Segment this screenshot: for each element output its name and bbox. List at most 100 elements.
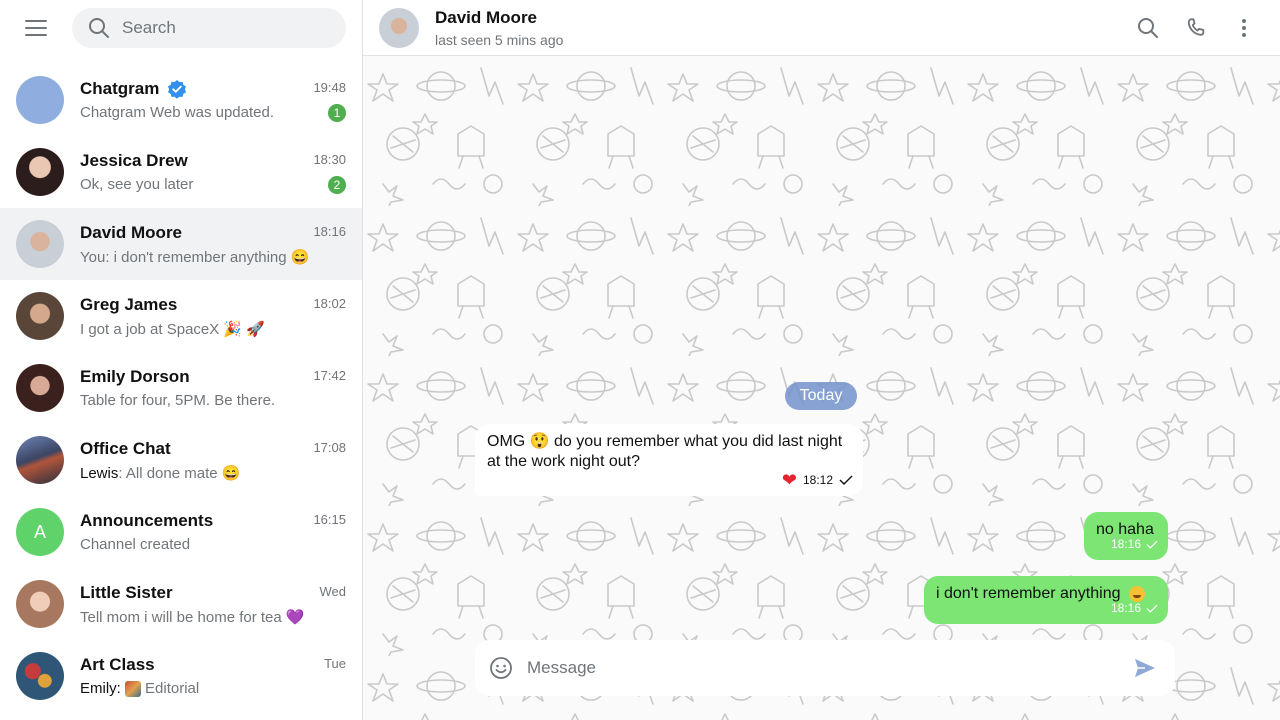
sidebar: Chatgram 19:48 Chatgram Web was updated.… bbox=[0, 0, 363, 720]
avatar bbox=[16, 364, 64, 412]
chat-preview: Ok, see you later bbox=[80, 176, 194, 193]
message-text: OMG 😲 do you remember what you did last … bbox=[487, 433, 843, 470]
avatar bbox=[16, 220, 64, 268]
chat-name: Greg James bbox=[80, 295, 178, 314]
chat-name: Jessica Drew bbox=[80, 151, 188, 170]
chat-time: 18:16 bbox=[313, 224, 346, 239]
chat-panel: David Moore last seen 5 mins ago Today O… bbox=[363, 0, 1280, 720]
preview-sender: Emily bbox=[80, 680, 117, 697]
header-contact-name: David Moore bbox=[435, 7, 538, 27]
chat-time: 16:15 bbox=[313, 512, 346, 527]
message-meta: ❤ 18:12 bbox=[782, 470, 853, 490]
chat-name: Announcements bbox=[80, 511, 214, 530]
message-time: 18:12 bbox=[802, 473, 833, 487]
chat-item-little-sister[interactable]: Little Sister Wed Tell mom i will be hom… bbox=[0, 568, 362, 640]
hamburger-menu-button[interactable] bbox=[16, 8, 56, 48]
check-icon bbox=[1146, 604, 1158, 613]
avatar: A bbox=[16, 508, 64, 556]
chat-time: 18:02 bbox=[313, 296, 346, 311]
message-time: 18:16 bbox=[1110, 601, 1141, 615]
check-icon bbox=[1146, 540, 1158, 549]
search-input[interactable] bbox=[122, 18, 322, 38]
chat-name: Chatgram bbox=[80, 79, 187, 99]
chat-header: David Moore last seen 5 mins ago bbox=[363, 0, 1280, 56]
message-time: 18:16 bbox=[1110, 537, 1141, 551]
chat-time: Tue bbox=[324, 656, 346, 671]
preview-sender: Lewis bbox=[80, 464, 119, 482]
chat-body: Greg James 18:02 I got a job at SpaceX 🎉… bbox=[80, 292, 346, 340]
heart-reaction-icon[interactable]: ❤ bbox=[782, 470, 797, 490]
chat-time: 17:08 bbox=[313, 440, 346, 455]
chat-time: Wed bbox=[319, 584, 347, 599]
chat-item-office-chat[interactable]: Office Chat 17:08 Lewis : All done mate … bbox=[0, 424, 362, 496]
preview-text: Editorial bbox=[145, 680, 200, 697]
more-vertical-icon bbox=[1242, 19, 1246, 37]
outgoing-message-bubble[interactable]: no haha 18:16 bbox=[1084, 512, 1168, 560]
phone-icon bbox=[1187, 18, 1205, 36]
chat-item-chatgram[interactable]: Chatgram 19:48 Chatgram Web was updated.… bbox=[0, 64, 362, 136]
chat-body: Art Class Tue Emily: Editorial bbox=[80, 652, 346, 700]
image-thumbnail-icon bbox=[125, 680, 142, 697]
chat-name: Art Class bbox=[80, 655, 155, 674]
chat-body: Announcements 16:15 Channel created bbox=[80, 508, 346, 556]
more-options-button[interactable] bbox=[1224, 8, 1264, 48]
chat-body: David Moore 18:16 You: i don't remember … bbox=[80, 220, 346, 268]
chat-preview: Emily: Editorial bbox=[80, 680, 199, 697]
avatar bbox=[16, 652, 64, 700]
header-avatar[interactable] bbox=[379, 7, 419, 48]
message-composer bbox=[475, 640, 1175, 696]
app: Chatgram 19:48 Chatgram Web was updated.… bbox=[0, 0, 1280, 720]
chat-name: Emily Dorson bbox=[80, 367, 190, 386]
chat-item-david-moore[interactable]: David Moore 18:16 You: i don't remember … bbox=[0, 208, 362, 280]
header-info[interactable]: David Moore last seen 5 mins ago bbox=[435, 8, 563, 48]
chat-time: 19:48 bbox=[313, 80, 346, 95]
chat-list: Chatgram 19:48 Chatgram Web was updated.… bbox=[0, 64, 362, 712]
sidebar-top-bar bbox=[0, 0, 362, 56]
chat-item-announcements[interactable]: A Announcements 16:15 Channel created bbox=[0, 496, 362, 568]
outgoing-message-bubble[interactable]: i don't remember anything 18:16 bbox=[924, 576, 1168, 624]
message-input[interactable] bbox=[527, 658, 1067, 678]
chat-body: Jessica Drew 18:30 Ok, see you later 2 bbox=[80, 148, 346, 196]
header-last-seen: last seen 5 mins ago bbox=[435, 31, 564, 48]
chat-preview: Lewis : All done mate 😄 bbox=[80, 464, 241, 483]
chat-name-text: Chatgram bbox=[80, 79, 160, 98]
chat-preview: Chatgram Web was updated. bbox=[80, 104, 274, 121]
chat-item-jessica-drew[interactable]: Jessica Drew 18:30 Ok, see you later 2 bbox=[0, 136, 362, 208]
chat-time: 17:42 bbox=[313, 368, 346, 383]
chat-name: David Moore bbox=[80, 223, 183, 242]
avatar bbox=[16, 292, 64, 340]
chat-preview: Tell mom i will be home for tea 💜 bbox=[80, 609, 305, 626]
search-icon bbox=[1138, 18, 1158, 38]
search-box[interactable] bbox=[72, 8, 346, 48]
chat-body: Little Sister Wed Tell mom i will be hom… bbox=[80, 580, 346, 628]
incoming-message-bubble[interactable]: OMG 😲 do you remember what you did last … bbox=[475, 424, 863, 496]
unread-badge: 2 bbox=[328, 176, 346, 194]
preview-text: : All done mate 😄 bbox=[118, 465, 241, 482]
avatar bbox=[16, 148, 64, 196]
avatar bbox=[16, 580, 64, 628]
avatar-letter: A bbox=[33, 521, 46, 542]
avatar bbox=[16, 436, 64, 484]
chat-item-emily-dorson[interactable]: Emily Dorson 17:42 Table for four, 5PM. … bbox=[0, 352, 362, 424]
verified-badge-icon bbox=[168, 80, 187, 99]
chat-body: Office Chat 17:08 Lewis : All done mate … bbox=[80, 436, 346, 484]
preview-colon: : bbox=[116, 680, 126, 697]
chat-preview: You: i don't remember anything 😄 bbox=[80, 249, 310, 266]
chat-name: Little Sister bbox=[80, 583, 173, 602]
unread-badge: 1 bbox=[328, 104, 346, 122]
chat-body: Chatgram 19:48 Chatgram Web was updated.… bbox=[80, 76, 346, 124]
chat-preview: Table for four, 5PM. Be there. bbox=[80, 392, 276, 409]
check-icon bbox=[839, 475, 853, 485]
search-button[interactable] bbox=[1128, 8, 1168, 48]
call-button[interactable] bbox=[1176, 8, 1216, 48]
search-icon bbox=[89, 18, 109, 38]
emoji-picker-icon[interactable] bbox=[489, 656, 513, 680]
message-meta: 18:16 bbox=[1111, 534, 1158, 554]
chat-item-greg-james[interactable]: Greg James 18:02 I got a job at SpaceX 🎉… bbox=[0, 280, 362, 352]
message-text: i don't remember anything bbox=[936, 585, 1121, 602]
send-icon[interactable] bbox=[1133, 656, 1157, 680]
chat-name: Office Chat bbox=[80, 439, 171, 458]
chat-time: 18:30 bbox=[313, 152, 346, 167]
chat-item-art-class[interactable]: Art Class Tue Emily: Editorial bbox=[0, 640, 362, 712]
avatar bbox=[16, 76, 64, 124]
